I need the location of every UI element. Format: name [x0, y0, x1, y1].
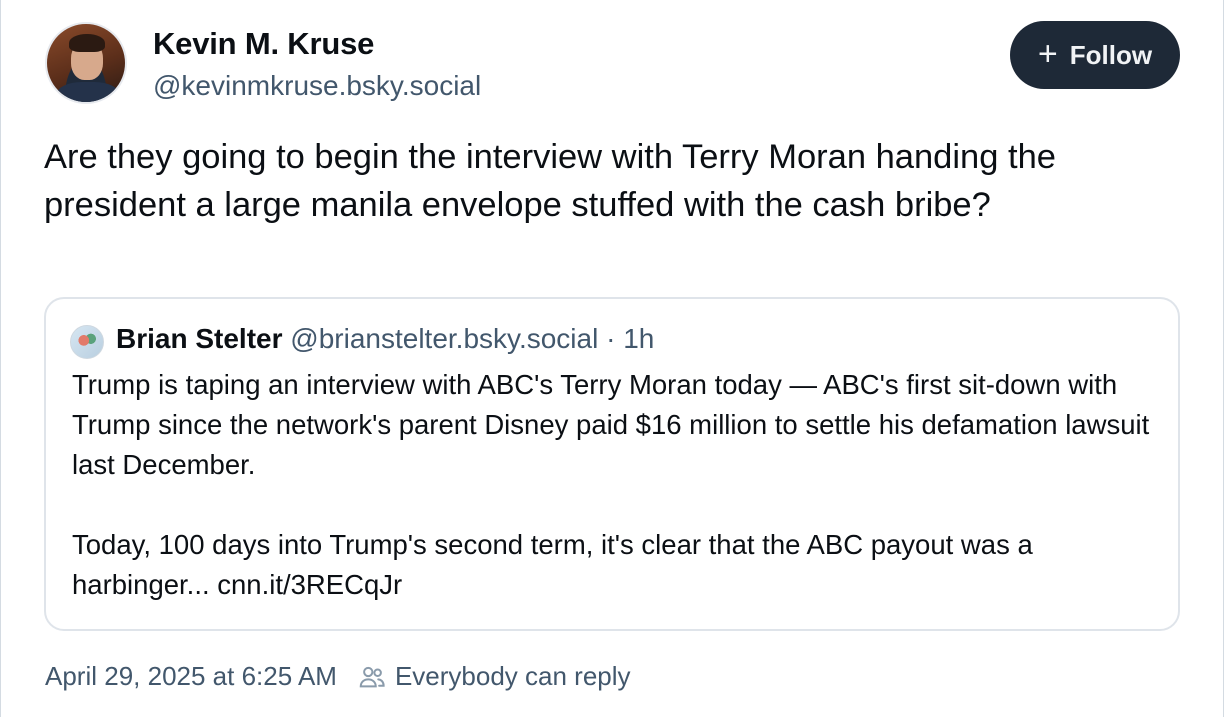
post-thread-item: Kevin M. Kruse @kevinmkruse.bsky.social …	[0, 0, 1224, 717]
quoted-author-handle: @brianstelter.bsky.social	[290, 323, 599, 354]
follow-button-label: Follow	[1069, 39, 1153, 70]
avatar-shirt	[57, 82, 119, 102]
avatar-hair	[69, 34, 105, 52]
reply-setting: Everybody can reply	[357, 661, 631, 692]
quoted-post-card[interactable]: Brian Stelter @brianstelter.bsky.social …	[44, 297, 1180, 631]
follow-button[interactable]: + Follow	[1010, 21, 1180, 89]
quoted-separator: ·	[606, 323, 616, 354]
quoted-post-time: 1h	[623, 323, 655, 354]
quoted-paragraph-2: Today, 100 days into Trump's second term…	[72, 529, 1033, 600]
post-meta: April 29, 2025 at 6:25 AM Everybody can …	[45, 661, 631, 692]
quoted-paragraph-1: Trump is taping an interview with ABC's …	[72, 369, 1150, 480]
author-handle[interactable]: @kevinmkruse.bsky.social	[153, 70, 481, 102]
author-avatar[interactable]	[45, 22, 127, 104]
reply-setting-label: Everybody can reply	[394, 661, 631, 691]
people-icon	[359, 666, 385, 687]
quoted-post-header: Brian Stelter @brianstelter.bsky.social …	[116, 323, 654, 355]
quoted-author-name: Brian Stelter	[116, 323, 283, 354]
plus-icon: +	[1037, 34, 1058, 73]
post-timestamp[interactable]: April 29, 2025 at 6:25 AM	[45, 661, 337, 692]
author-display-name[interactable]: Kevin M. Kruse	[153, 26, 374, 62]
quoted-post-text: Trump is taping an interview with ABC's …	[72, 365, 1162, 605]
quoted-author-avatar	[70, 325, 104, 359]
post-text: Are they going to begin the interview wi…	[44, 138, 1056, 224]
